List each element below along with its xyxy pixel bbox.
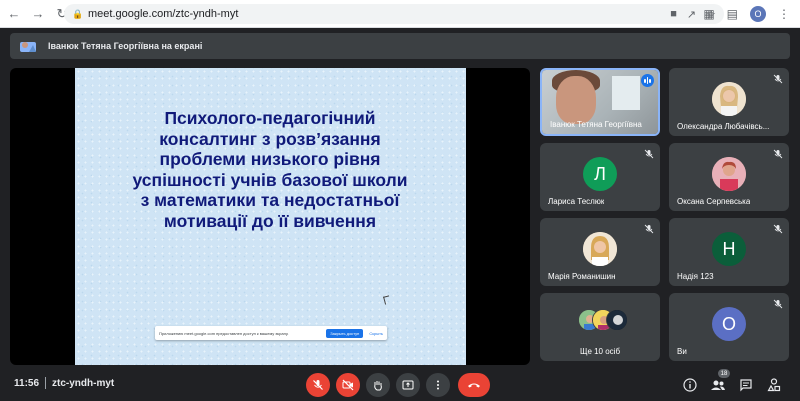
hang-up-icon — [468, 383, 480, 388]
slide-title: Психолого-педагогічний консалтинг з розв… — [132, 108, 408, 231]
mic-off-icon — [313, 380, 323, 390]
shared-slide: Психолого-педагогічний консалтинг з розв… — [75, 68, 466, 365]
participant-avatar: Л — [583, 157, 617, 191]
participant-name: Оксана Серпевська — [677, 197, 751, 206]
participant-avatar — [712, 157, 746, 191]
mic-off-icon — [773, 74, 783, 84]
present-screen-button[interactable] — [396, 373, 420, 397]
camera-off-icon — [342, 379, 354, 391]
people-button[interactable] — [710, 377, 726, 393]
participant-avatar — [712, 82, 746, 116]
participant-tile[interactable]: Марія Романишин — [540, 218, 660, 286]
participant-tile[interactable]: Олександра Любачівсь... — [669, 68, 789, 136]
participant-name: Надія 123 — [677, 272, 714, 281]
camera-permission-icon[interactable]: ■ — [670, 8, 677, 20]
forward-icon[interactable]: → — [28, 4, 48, 24]
info-icon — [683, 378, 697, 392]
url-text: meet.google.com/ztc-yndh-myt — [88, 8, 239, 20]
hand-icon — [374, 381, 382, 391]
leave-call-button[interactable] — [458, 373, 490, 397]
mic-off-icon — [773, 299, 783, 309]
presentation-stage[interactable]: Психолого-педагогічний консалтинг з розв… — [10, 68, 530, 365]
profile-avatar[interactable]: O — [750, 6, 766, 22]
participant-tile[interactable]: Л Лариса Теслюк — [540, 143, 660, 211]
participant-name: Іванюк Тетяна Георгіївна — [550, 120, 642, 129]
activities-icon — [767, 378, 781, 392]
side-panel-icon[interactable]: ▤ — [727, 7, 738, 21]
participant-name: Лариса Теслюк — [548, 197, 605, 206]
activities-button[interactable] — [766, 377, 782, 393]
mic-off-icon — [644, 149, 654, 159]
people-icon — [711, 380, 725, 390]
participant-tile[interactable]: Оксана Серпевська — [669, 143, 789, 211]
self-name: Ви — [677, 347, 687, 356]
participant-name: Марія Романишин — [548, 272, 616, 281]
mic-off-icon — [773, 224, 783, 234]
mic-off-icon — [773, 149, 783, 159]
mouse-cursor-icon — [383, 295, 391, 305]
participant-tile[interactable]: Іванюк Тетяна Георгіївна — [540, 68, 660, 136]
more-options-button[interactable] — [426, 373, 450, 397]
speaking-indicator-icon — [641, 74, 654, 87]
back-icon[interactable]: ← — [4, 4, 24, 24]
camera-toggle-button[interactable] — [336, 373, 360, 397]
raise-hand-button[interactable] — [366, 373, 390, 397]
hide-notice-button[interactable]: Скрыть — [369, 331, 383, 336]
browser-toolbar: ← → ↻ 🔒 meet.google.com/ztc-yndh-myt ■ ↗… — [0, 0, 800, 28]
address-bar[interactable]: 🔒 meet.google.com/ztc-yndh-myt ■ ↗ ☆ — [64, 4, 724, 24]
browser-menu-icon[interactable]: ⋮ — [778, 7, 790, 21]
self-tile[interactable]: О Ви — [669, 293, 789, 361]
lock-icon[interactable]: 🔒 — [72, 9, 83, 19]
stop-sharing-button[interactable]: Закрыть доступ — [326, 328, 364, 338]
participant-avatar: Н — [712, 232, 746, 266]
meeting-code: ztc-yndh-myt — [52, 378, 115, 389]
participant-avatar — [583, 232, 617, 266]
participant-name: Олександра Любачівсь... — [677, 122, 770, 131]
participant-tile[interactable]: Н Надія 123 — [669, 218, 789, 286]
more-participants-tile[interactable]: Ще 10 осіб — [540, 293, 660, 361]
share-page-icon[interactable]: ↗ — [687, 8, 696, 21]
people-count-badge: 18 — [718, 369, 730, 378]
meeting-details-button[interactable] — [682, 377, 698, 393]
mic-off-icon — [644, 224, 654, 234]
chat-icon — [740, 379, 752, 392]
presenting-text: Іванюк Тетяна Георгіївна на екрані — [48, 41, 203, 51]
extensions-icon[interactable]: ▦ — [703, 7, 714, 21]
presenting-banner: Іванюк Тетяна Георгіївна на екрані — [10, 33, 790, 59]
presenter-avatar-icon — [18, 37, 38, 55]
chat-button[interactable] — [738, 377, 754, 393]
meeting-controls-bar: 11:56 ztc-yndh-myt — [0, 368, 800, 401]
present-screen-icon — [402, 380, 414, 390]
more-participants-label: Ще 10 осіб — [579, 347, 621, 356]
group-avatars — [578, 303, 628, 337]
microphone-toggle-button[interactable] — [306, 373, 330, 397]
divider — [45, 377, 46, 389]
meeting-time: 11:56 — [14, 378, 40, 389]
screen-share-notice: Приложению meet.google.com предоставлен … — [155, 326, 387, 340]
more-vertical-icon — [437, 380, 439, 390]
self-avatar: О — [712, 307, 746, 341]
share-notice-text: Приложению meet.google.com предоставлен … — [159, 330, 289, 336]
